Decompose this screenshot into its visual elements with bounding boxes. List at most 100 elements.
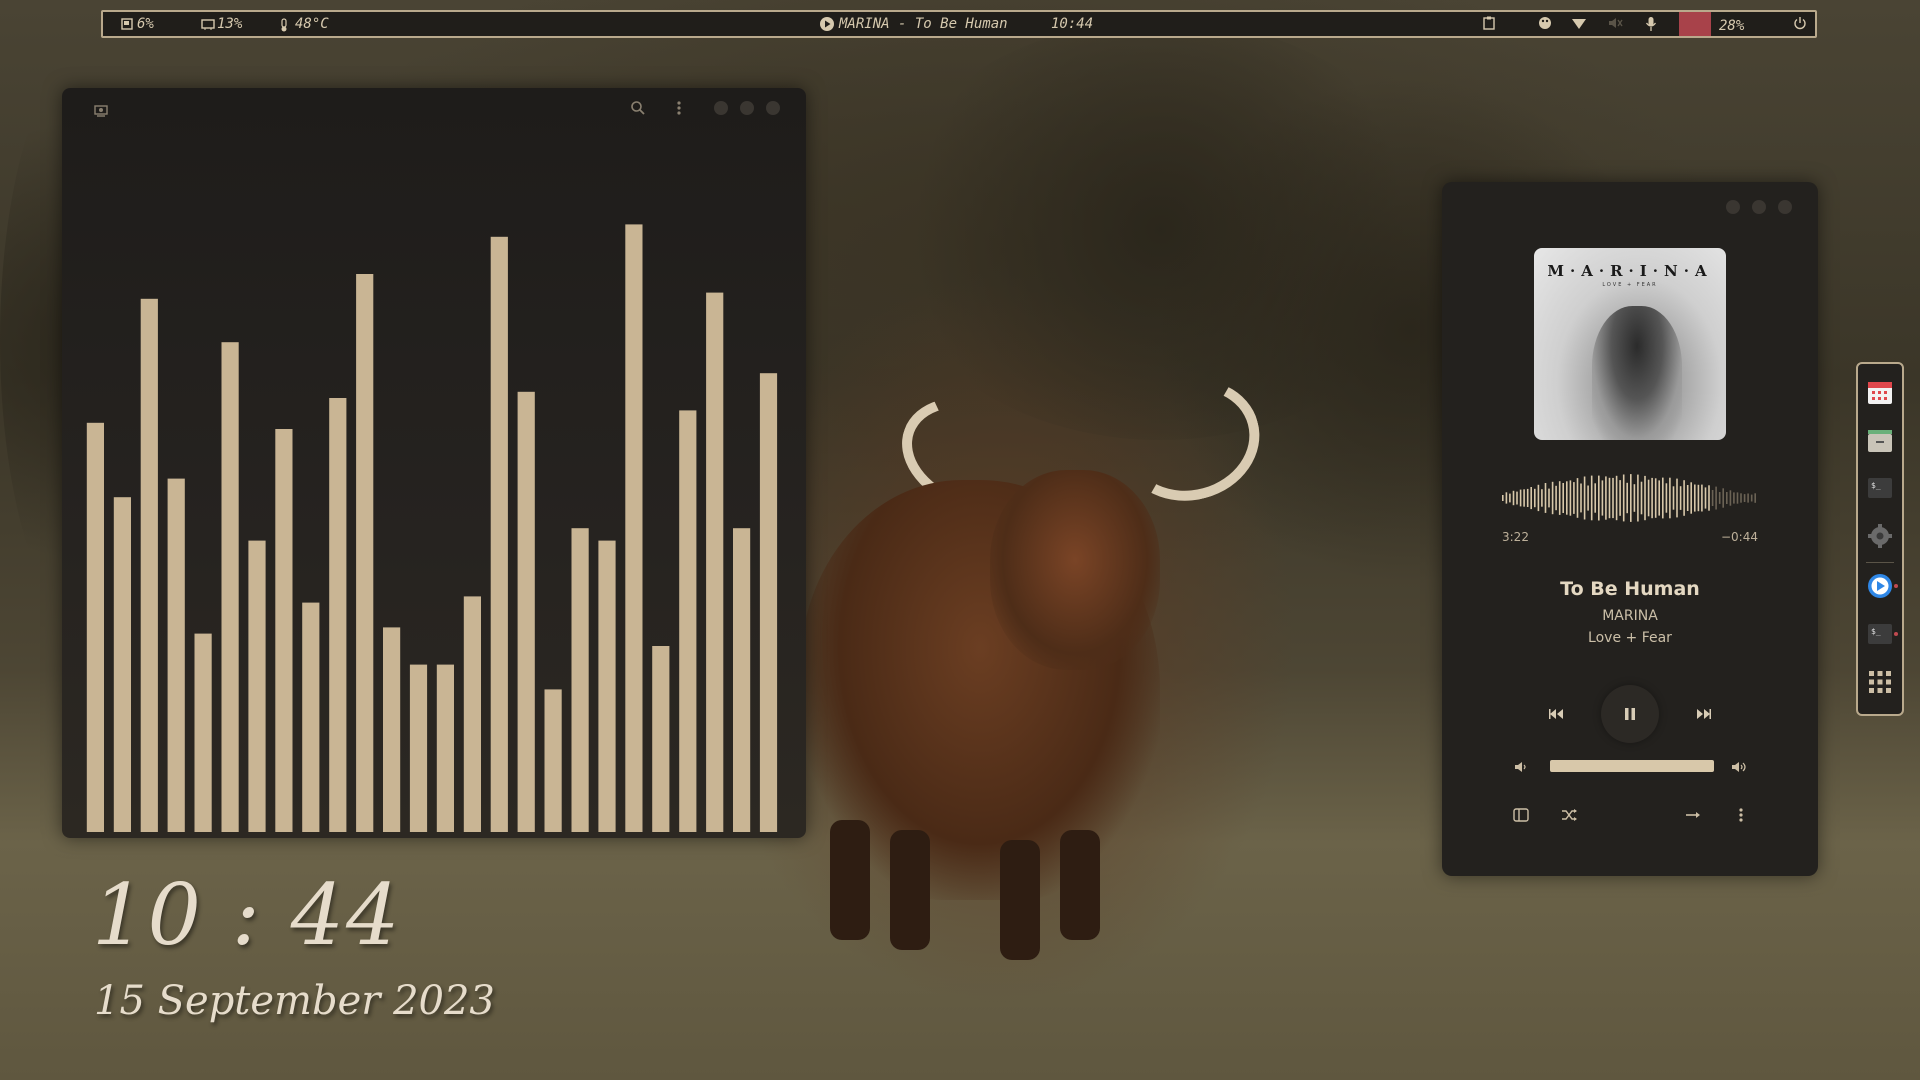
waveform-bar [1683,480,1685,516]
minimize-button[interactable] [714,101,728,115]
waveform-bar [1658,480,1660,516]
waveform-bar [1647,479,1650,517]
sidebar-toggle-icon[interactable] [1506,800,1536,830]
pause-icon [1625,708,1635,720]
waveform-bar [1612,477,1614,519]
previous-button[interactable] [1534,692,1578,736]
track-artist: MARINA [1602,608,1658,624]
visualizer-bar [409,664,428,832]
waveform-bar [1754,493,1756,503]
visualizer-bar [544,689,562,832]
waveform-bar [1711,490,1714,506]
topbar-clock[interactable]: 10:44 [1051,16,1093,32]
waveform-bar [1541,489,1543,507]
maximize-button[interactable] [1752,200,1766,214]
notification-icon[interactable] [1537,16,1553,30]
pause-button[interactable] [1601,685,1659,743]
media-player-icon[interactable] [1866,572,1898,600]
repeat-off-icon[interactable] [1678,800,1708,830]
clipboard-icon[interactable] [1483,16,1495,30]
window-titlebar[interactable] [62,88,806,128]
waveform-bar [1633,484,1636,512]
waveform-bar [1690,482,1692,514]
waveform-bar [1580,483,1582,513]
close-button[interactable] [1778,200,1792,214]
visualizer-bar [275,429,293,832]
visualizer-bar [652,646,670,832]
visualizer-bar [86,422,104,832]
waveform-seekbar[interactable] [1502,474,1758,522]
svg-text:$_: $_ [1871,481,1881,490]
visualizer-bar [598,540,616,832]
microphone-icon[interactable] [1645,16,1657,32]
audio-visualizer-bars [86,224,778,832]
ram-icon [201,18,215,30]
waveform-bar [1587,485,1589,511]
kebab-menu-icon[interactable] [676,100,682,120]
visualizer-bar [140,298,158,832]
waveform-bar [1576,478,1579,518]
ram-usage: 13% [217,16,243,32]
waveform-bar [1512,490,1515,506]
waveform-bar [1630,474,1632,522]
visualizer-bar [759,373,778,832]
waveform-bar [1583,476,1586,520]
waveform-bar [1605,476,1607,520]
volume-high-icon[interactable] [1724,752,1754,782]
waveform-bar [1537,484,1540,512]
search-icon[interactable] [630,100,646,120]
running-indicator [1894,584,1898,588]
temp-widget[interactable]: 48°C [279,16,329,32]
battery-level-bar [1679,12,1711,36]
waveform-bar [1615,475,1618,521]
visualizer-bar [733,528,751,832]
visualizer-bar [571,528,589,832]
app-grid-icon[interactable] [1866,668,1894,696]
waveform-bar [1548,488,1550,508]
terminal-icon[interactable]: $_ [1866,474,1894,502]
visualizer-app-icon [94,102,108,121]
waveform-bar [1686,485,1689,511]
more-options-icon[interactable] [1726,800,1756,830]
maximize-button[interactable] [740,101,754,115]
disk-widget[interactable]: 6% [121,16,154,32]
waveform-bar [1558,481,1561,515]
calendar-icon[interactable] [1866,378,1894,406]
waveform-bar [1530,487,1532,510]
minimize-button[interactable] [1726,200,1740,214]
volume-slider[interactable] [1550,760,1714,772]
visualizer-bar [706,292,724,832]
ram-widget[interactable]: 13% [201,16,242,32]
track-album: Love + Fear [1588,630,1672,646]
speaker-muted-icon[interactable] [1607,16,1623,30]
visualizer-bar [194,633,212,832]
volume-low-icon[interactable] [1506,752,1536,782]
close-button[interactable] [766,101,780,115]
waveform-bar [1672,486,1675,510]
waveform-bar [1718,492,1721,504]
track-title: To Be Human [1560,578,1700,600]
play-circle-icon [819,16,835,32]
visualizer-bar [302,602,320,832]
music-player-window: M·A·R·I·N·A LOVE + FEAR 3:22 −0:44 To Be… [1442,182,1818,876]
settings-icon[interactable] [1866,522,1894,550]
shuffle-icon[interactable] [1554,800,1584,830]
wifi-icon[interactable] [1571,16,1587,30]
waveform-bar [1736,492,1739,504]
waveform-bar [1594,483,1596,513]
battery-widget[interactable]: 28% [1679,12,1744,36]
files-icon[interactable] [1866,426,1894,454]
now-playing[interactable]: MARINA - To Be Human [819,16,1008,32]
now-playing-text: MARINA - To Be Human [839,16,1008,32]
waveform-bar [1608,477,1611,519]
power-icon[interactable] [1793,16,1807,30]
next-button[interactable] [1682,692,1726,736]
visualizer-bar [679,410,697,832]
visualizer-bar [221,342,239,832]
terminal-icon[interactable]: $_ [1866,620,1898,648]
visualizer-bar [329,398,347,832]
waveform-bar [1715,486,1717,510]
waveform-bar [1676,478,1678,518]
waveform-bar [1697,484,1700,512]
thermometer-icon [279,18,291,32]
